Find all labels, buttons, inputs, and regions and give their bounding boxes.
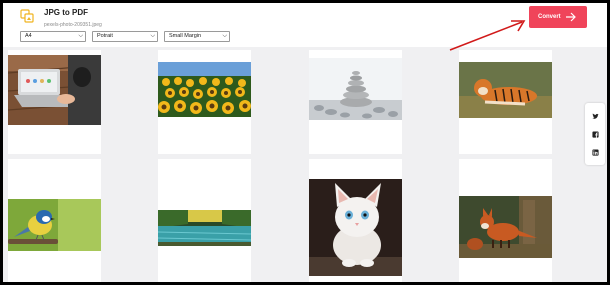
stacked-stones-photo (309, 58, 402, 120)
orientation-value: Potrait (97, 33, 113, 39)
chevron-down-icon: ⌵ (78, 33, 83, 39)
share-rail (585, 103, 605, 165)
jpg-to-pdf-logo-icon (20, 9, 34, 23)
file-name: pexels-photo-209351.jpeg (44, 22, 102, 28)
image-card[interactable] (158, 50, 251, 154)
linkedin-icon[interactable] (592, 149, 599, 156)
chevron-down-icon: ⌵ (150, 33, 155, 39)
convert-label: Convert (538, 14, 561, 20)
page-size-value: A4 (25, 33, 32, 39)
app-title: JPG to PDF (44, 8, 89, 17)
fox-photo (459, 196, 552, 258)
lake-landscape-photo (158, 210, 251, 246)
image-card[interactable] (459, 50, 552, 154)
margin-value: Small Margin (169, 33, 202, 39)
margin-select[interactable]: Small Margin ⌵ (164, 31, 230, 42)
image-card[interactable] (309, 50, 402, 154)
image-card[interactable] (158, 159, 251, 282)
white-kitten-photo (309, 179, 402, 276)
image-card[interactable] (459, 159, 552, 282)
page-size-select[interactable]: A4 ⌵ (20, 31, 86, 42)
app-window: JPG to PDF pexels-photo-209351.jpeg A4 ⌵… (3, 3, 607, 282)
convert-button[interactable]: Convert (529, 6, 587, 28)
sunflowers-photo (158, 62, 251, 117)
tiger-photo (459, 62, 552, 118)
annotation-arrow-icon (449, 20, 526, 51)
blue-tit-bird-photo (8, 199, 101, 251)
twitter-icon[interactable] (592, 113, 599, 120)
image-card[interactable] (8, 50, 101, 154)
chevron-down-icon: ⌵ (222, 33, 227, 39)
orientation-select[interactable]: Potrait ⌵ (92, 31, 158, 42)
arrow-right-icon (566, 12, 576, 22)
image-card[interactable] (8, 159, 101, 282)
image-card[interactable] (309, 159, 402, 282)
laptop-desk-photo (8, 55, 101, 125)
facebook-icon[interactable] (592, 131, 599, 138)
